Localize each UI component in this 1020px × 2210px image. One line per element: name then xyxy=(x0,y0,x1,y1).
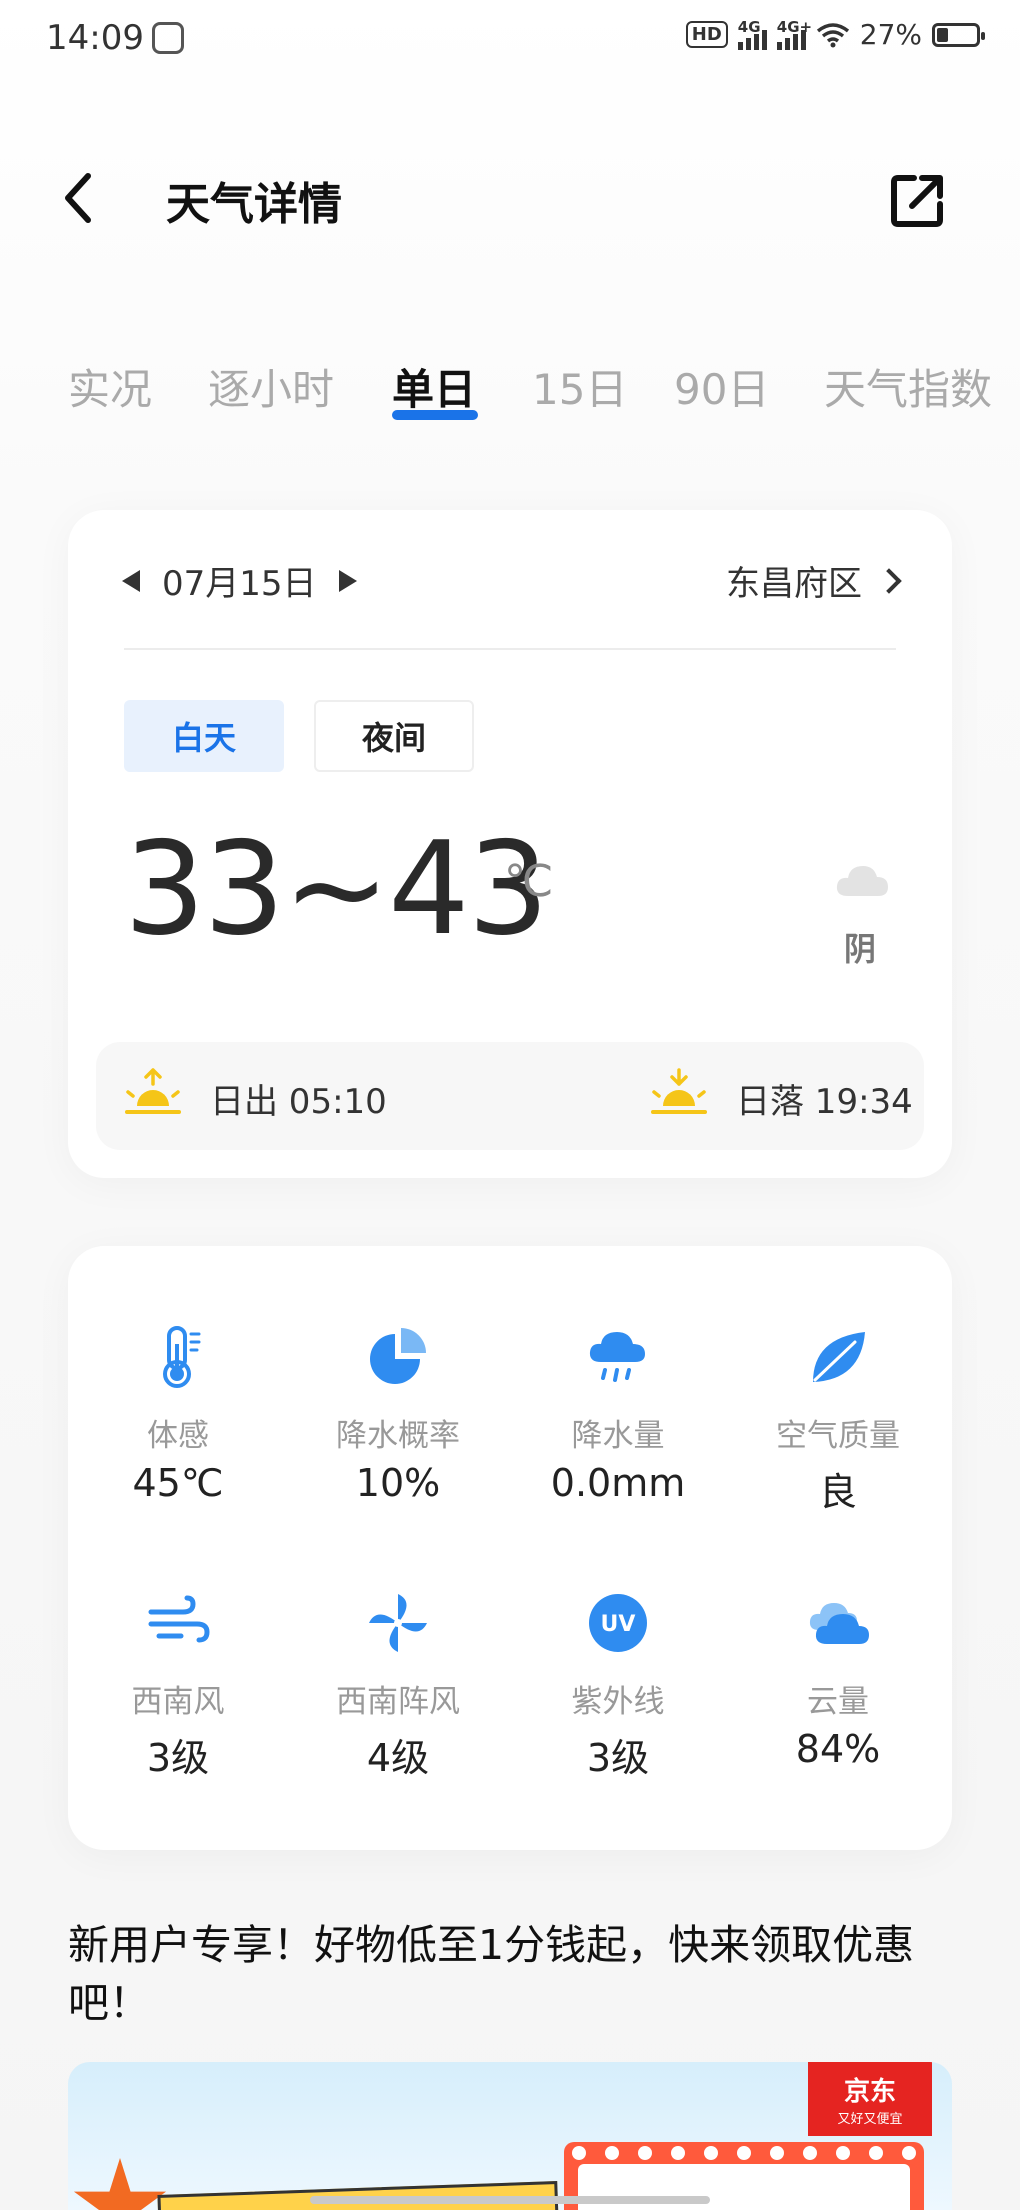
metric-label: 西南阵风 xyxy=(336,1684,460,1720)
metric-air-quality: 空气质量 良 xyxy=(728,1324,948,1516)
status-right-group: HD 4G 4G+ 27% xyxy=(685,17,985,51)
metric-label: 空气质量 xyxy=(776,1418,900,1454)
pinwheel-icon xyxy=(369,1594,427,1652)
hd-voice-icon: HD xyxy=(685,21,728,48)
jd-logo: 京东 又好又便宜 xyxy=(808,2062,932,2136)
tab-live[interactable]: 实况 xyxy=(68,356,152,417)
next-day-icon[interactable] xyxy=(338,569,357,592)
date-label: 07月15日 xyxy=(162,564,317,604)
metric-label: 体感 xyxy=(147,1418,209,1454)
sunset-time: 日落 19:34 xyxy=(736,1082,913,1122)
temperature-unit: ℃ xyxy=(504,856,554,907)
day-forecast-card: 07月15日 东昌府区 白天 夜间 33~43 ℃ 阴 日出 05:10 日落 … xyxy=(68,510,952,1178)
tab-hourly[interactable]: 逐小时 xyxy=(208,356,334,417)
page-title: 天气详情 xyxy=(166,179,342,230)
svg-text:UV: UV xyxy=(601,1612,636,1637)
metric-value: 良 xyxy=(818,1470,857,1514)
metric-value: 84% xyxy=(795,1727,881,1771)
location-label: 东昌府区 xyxy=(726,564,862,604)
metric-value: 45℃ xyxy=(132,1461,224,1505)
divider xyxy=(124,648,896,650)
battery-icon xyxy=(932,22,985,47)
overcast-cloud-icon xyxy=(836,866,888,896)
rain-cloud-icon xyxy=(589,1332,645,1382)
metrics-card: 体感 45℃ 降水概率 10% 降水量 0.0mm 空气质量 良 西南风 3级 … xyxy=(68,1246,952,1850)
metric-value: 3级 xyxy=(146,1736,210,1780)
wind-icon xyxy=(148,1595,210,1643)
metric-wind: 西南风 3级 xyxy=(68,1590,288,1782)
metric-value: 4级 xyxy=(366,1736,430,1780)
home-indicator[interactable] xyxy=(310,2196,710,2204)
battery-percent: 27% xyxy=(859,18,922,51)
starburst-graphic xyxy=(73,2158,167,2210)
metric-feels-like: 体感 45℃ xyxy=(68,1324,288,1505)
weather-detail-page: 14:09 HD 4G 4G+ 27% 天气详情 实况 逐小时 单日 15日 9… xyxy=(0,0,1020,2210)
active-tab-indicator xyxy=(392,410,478,420)
tab-90-day[interactable]: 90日 xyxy=(674,356,769,417)
sun-times-bar: 日出 05:10 日落 19:34 xyxy=(96,1042,924,1150)
metric-precip-amount: 降水量 0.0mm xyxy=(508,1324,728,1505)
notification-app-icon xyxy=(152,22,184,54)
status-bar: 14:09 HD 4G 4G+ 27% xyxy=(0,0,1020,80)
signal-sim1-icon: 4G xyxy=(737,17,767,50)
brand-slogan: 又好又便宜 xyxy=(837,2112,903,2127)
sunrise-icon xyxy=(125,1068,181,1114)
metric-value: 0.0mm xyxy=(550,1461,686,1505)
thermometer-icon xyxy=(163,1326,201,1388)
tab-15-day[interactable]: 15日 xyxy=(532,356,627,417)
tab-bar: 实况 逐小时 单日 15日 90日 天气指数 xyxy=(0,356,1020,426)
tab-weather-index[interactable]: 天气指数 xyxy=(824,356,992,417)
promo-text[interactable]: 新用户专享！好物低至1分钱起，快来领取优惠吧！ xyxy=(68,1916,968,2032)
previous-day-icon[interactable] xyxy=(122,569,140,592)
metric-value: 10% xyxy=(355,1461,441,1505)
metric-cloud-cover: 云量 84% xyxy=(728,1590,948,1771)
pie-chart-icon xyxy=(370,1328,426,1384)
day-toggle-button[interactable]: 白天 xyxy=(124,700,284,772)
metric-label: 云量 xyxy=(807,1684,869,1720)
cloud-icon xyxy=(809,1603,869,1644)
metric-label: 西南风 xyxy=(131,1684,225,1720)
back-arrow-icon[interactable] xyxy=(58,168,98,228)
sunrise-time: 日出 05:10 xyxy=(210,1082,387,1122)
sim2-label: 4G+ xyxy=(776,17,813,36)
status-time: 14:09 xyxy=(46,18,144,58)
sim1-label: 4G xyxy=(737,17,761,36)
promo-banner[interactable]: 京东 又好又便宜 xyxy=(68,2062,952,2210)
metric-label: 紫外线 xyxy=(571,1684,665,1720)
chevron-right-icon xyxy=(876,567,902,594)
temperature-range: 33~43 xyxy=(124,815,549,964)
metric-gust: 西南阵风 4级 xyxy=(288,1590,508,1782)
weather-condition: 阴 xyxy=(844,930,877,968)
metric-label: 降水概率 xyxy=(336,1418,460,1454)
metric-value: 3级 xyxy=(586,1736,650,1780)
signal-sim2-icon: 4G+ xyxy=(776,18,812,50)
date-selector: 07月15日 xyxy=(122,556,357,605)
night-toggle-button[interactable]: 夜间 xyxy=(314,700,474,772)
metric-precip-probability: 降水概率 10% xyxy=(288,1324,508,1505)
metric-uv: UV 紫外线 3级 xyxy=(508,1590,728,1782)
leaf-icon xyxy=(813,1332,865,1382)
share-external-icon[interactable] xyxy=(888,170,948,230)
wifi-icon xyxy=(816,22,849,47)
uv-icon: UV xyxy=(589,1594,647,1652)
brand-name: 京东 xyxy=(843,2077,896,2107)
location-selector[interactable]: 东昌府区 xyxy=(726,556,902,605)
tab-single-day[interactable]: 单日 xyxy=(392,356,476,417)
sunset-icon xyxy=(651,1068,707,1114)
metric-label: 降水量 xyxy=(571,1418,665,1454)
